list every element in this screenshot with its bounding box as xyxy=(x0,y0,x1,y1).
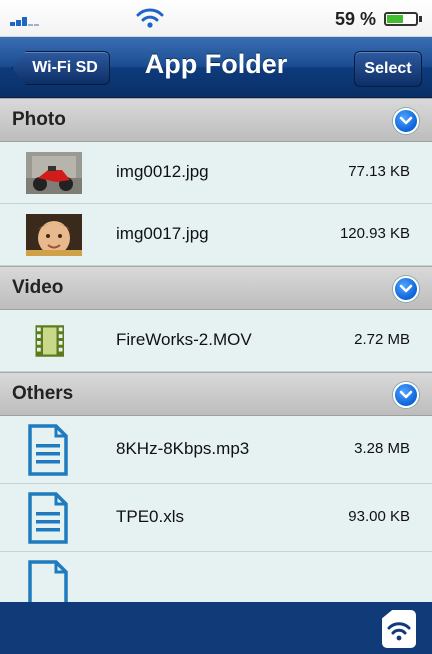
status-bar: 59 % xyxy=(0,0,432,37)
battery-icon xyxy=(384,12,422,26)
film-strip-icon xyxy=(35,325,64,357)
file-name: 8KHz-8Kbps.mp3 xyxy=(116,439,250,458)
list-item[interactable]: img0012.jpg 77.13 KB xyxy=(0,142,432,204)
chevron-down-icon[interactable] xyxy=(393,108,419,134)
photo-thumbnail-icon xyxy=(26,214,82,256)
wifi-icon xyxy=(136,8,164,28)
signal-bars-icon xyxy=(10,14,44,26)
section-header-photo[interactable]: Photo xyxy=(0,98,432,142)
section-label: Others xyxy=(12,383,74,404)
photo-thumbnail-icon xyxy=(26,152,82,194)
navigation-bar: Wi-Fi SD App Folder Select xyxy=(0,37,432,98)
file-size: 77.13 KB xyxy=(348,163,410,180)
file-size: 2.72 MB xyxy=(354,331,410,348)
list-item[interactable]: img0017.jpg 120.93 KB xyxy=(0,204,432,266)
file-size: 3.28 MB xyxy=(354,440,410,457)
chevron-down-icon[interactable] xyxy=(393,382,419,408)
bottom-toolbar xyxy=(0,602,432,654)
section-header-video[interactable]: Video xyxy=(0,266,432,310)
file-size: 93.00 KB xyxy=(348,508,410,525)
chevron-down-icon[interactable] xyxy=(393,276,419,302)
wifi-sd-card-icon[interactable] xyxy=(382,610,416,648)
list-item-partial[interactable] xyxy=(0,552,432,602)
section-label: Video xyxy=(12,277,64,298)
file-name: TPE0.xls xyxy=(116,507,185,526)
document-icon xyxy=(28,492,68,544)
file-name: img0017.jpg xyxy=(116,224,209,243)
battery-percent: 59 % xyxy=(334,9,376,29)
section-label: Photo xyxy=(12,109,66,130)
file-name: FireWorks-2.MOV xyxy=(116,330,252,349)
file-name: img0012.jpg xyxy=(116,162,209,181)
file-size: 120.93 KB xyxy=(339,225,410,242)
list-item[interactable]: 8KHz-8Kbps.mp3 3.28 MB xyxy=(0,416,432,484)
document-icon xyxy=(28,424,68,476)
document-icon xyxy=(28,560,68,602)
list-item[interactable]: TPE0.xls 93.00 KB xyxy=(0,484,432,552)
file-list: Photo img0012.jpg 77.13 KB img0017.jpg 1… xyxy=(0,98,432,602)
section-header-others[interactable]: Others xyxy=(0,372,432,416)
list-item[interactable]: FireWorks-2.MOV 2.72 MB xyxy=(0,310,432,372)
select-button[interactable]: Select xyxy=(354,51,422,87)
